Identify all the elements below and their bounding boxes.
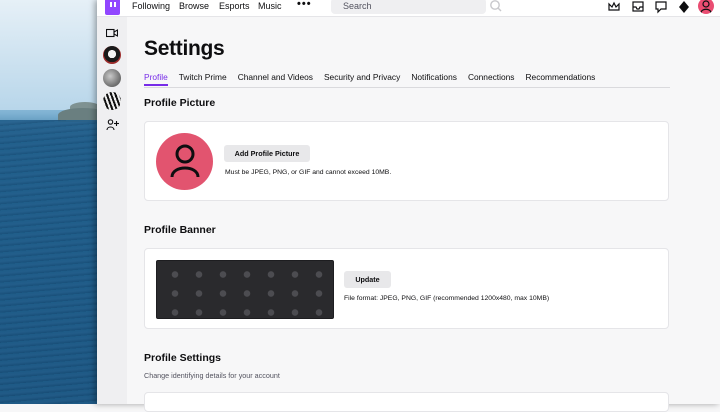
tab-notifications[interactable]: Notifications — [411, 72, 457, 86]
search-button[interactable] — [487, 0, 505, 14]
profile-picture-heading: Profile Picture — [144, 97, 216, 109]
friends-icon[interactable] — [106, 118, 119, 131]
user-avatar[interactable] — [698, 0, 714, 14]
tab-profile[interactable]: Profile — [144, 72, 168, 86]
browser-window: Following Browse Esports Music ••• Searc… — [97, 0, 720, 412]
followed-channel-avatar[interactable] — [103, 69, 121, 87]
settings-main: Settings Profile Twitch Prime Channel an… — [127, 17, 720, 412]
camera-icon[interactable] — [105, 26, 119, 38]
search-input[interactable]: Search — [331, 0, 486, 14]
profile-banner-heading: Profile Banner — [144, 224, 216, 236]
nav-browse[interactable]: Browse — [179, 1, 209, 11]
profile-settings-subtitle: Change identifying details for your acco… — [144, 371, 280, 380]
profile-settings-card — [144, 392, 669, 412]
desktop-wallpaper — [0, 0, 97, 404]
update-banner-button[interactable]: Update — [344, 271, 391, 288]
inbox-icon[interactable] — [631, 0, 645, 14]
settings-tabs: Profile Twitch Prime Channel and Videos … — [144, 72, 606, 86]
top-nav: Following Browse Esports Music ••• Searc… — [97, 0, 720, 17]
tab-channel-and-videos[interactable]: Channel and Videos — [238, 72, 313, 86]
tab-twitch-prime[interactable]: Twitch Prime — [179, 72, 227, 86]
add-profile-picture-button[interactable]: Add Profile Picture — [224, 145, 310, 162]
user-silhouette-icon — [170, 144, 200, 178]
profile-picture-card: Add Profile Picture Must be JPEG, PNG, o… — [144, 121, 669, 201]
followed-channel-avatar[interactable] — [103, 92, 121, 110]
nav-following[interactable]: Following — [132, 1, 170, 11]
more-menu-button[interactable]: ••• — [297, 0, 312, 10]
tab-recommendations[interactable]: Recommendations — [526, 72, 596, 86]
banner-preview-image — [156, 260, 334, 319]
profile-picture-hint: Must be JPEG, PNG, or GIF and cannot exc… — [225, 169, 392, 176]
page-title: Settings — [144, 37, 225, 60]
nav-music[interactable]: Music — [258, 1, 282, 11]
profile-banner-card: Update File format: JPEG, PNG, GIF (reco… — [144, 248, 669, 329]
tab-connections[interactable]: Connections — [468, 72, 515, 86]
search-icon — [490, 0, 502, 12]
followed-channel-avatar[interactable] — [103, 46, 121, 64]
twitch-logo-icon[interactable] — [105, 0, 120, 15]
profile-avatar — [156, 133, 213, 190]
whispers-icon[interactable] — [654, 0, 668, 14]
profile-banner-hint: File format: JPEG, PNG, GIF (recommended… — [344, 295, 550, 302]
crown-icon[interactable] — [607, 0, 621, 14]
nav-esports[interactable]: Esports — [219, 1, 250, 11]
tabs-divider — [144, 87, 670, 88]
profile-settings-heading: Profile Settings — [144, 352, 222, 364]
tab-security-and-privacy[interactable]: Security and Privacy — [324, 72, 400, 86]
left-sidebar — [97, 17, 127, 404]
bits-icon[interactable] — [677, 0, 691, 14]
